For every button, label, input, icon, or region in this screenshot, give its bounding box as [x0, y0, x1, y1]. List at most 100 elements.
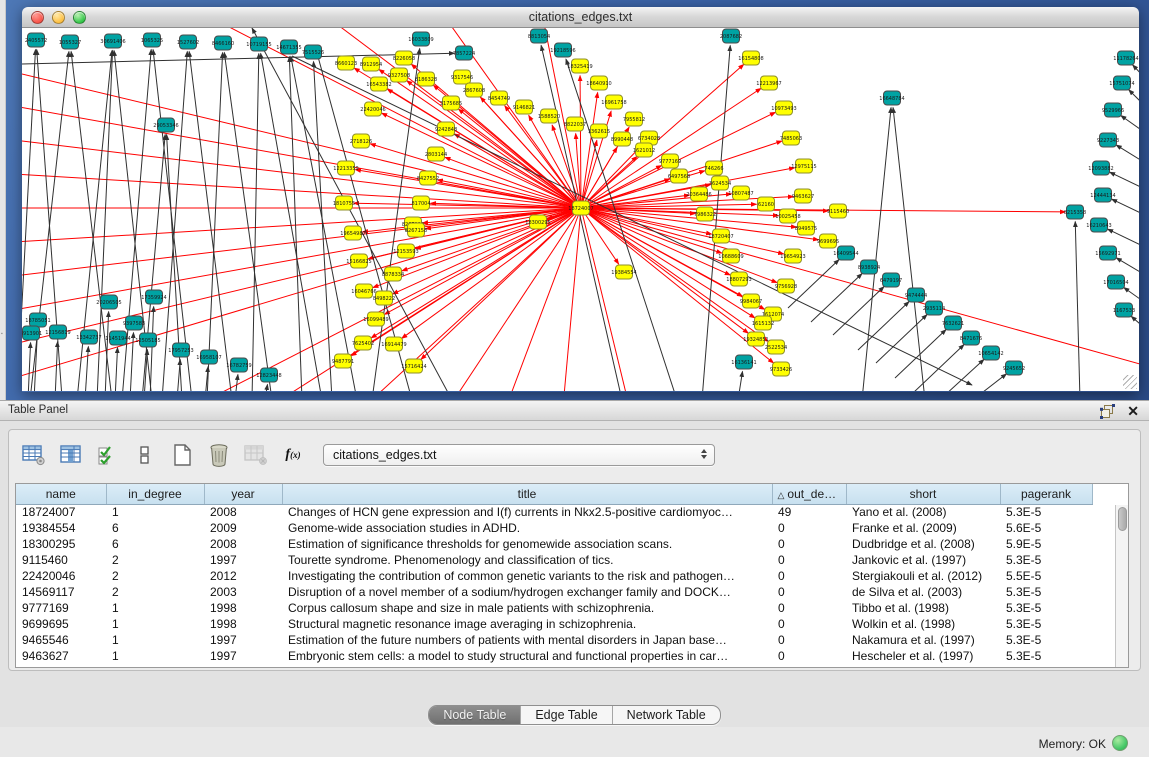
graph-edge[interactable]	[1121, 115, 1139, 134]
graph-node[interactable]: 17016504	[1103, 275, 1128, 289]
graph-node[interactable]: 8267158	[405, 223, 427, 237]
graph-node[interactable]: 817004	[411, 196, 430, 210]
table-cell[interactable]: Wolkin et al. (1998)	[846, 616, 1000, 632]
table-cell[interactable]: 5.6E-5	[1000, 520, 1092, 536]
graph-edge[interactable]	[580, 75, 581, 208]
table-view-button[interactable]	[132, 442, 158, 468]
column-header[interactable]: year	[204, 484, 282, 504]
table-cell[interactable]: 0	[772, 552, 846, 568]
graph-node[interactable]: 9474444	[905, 288, 927, 302]
delete-column-button[interactable]	[206, 442, 232, 468]
graph-node[interactable]: 10025458	[775, 209, 800, 223]
graph-node[interactable]: 13342737	[76, 330, 101, 344]
table-cell[interactable]: 1	[106, 600, 204, 616]
table-cell[interactable]: 14569117	[16, 584, 106, 600]
graph-node[interactable]: 10719155	[246, 37, 271, 51]
table-panel-header[interactable]: Table Panel ✕	[0, 400, 1149, 421]
graph-edge[interactable]	[142, 134, 165, 391]
graph-node[interactable]: 18720407	[708, 229, 733, 243]
graph-node[interactable]: 7632621	[942, 316, 964, 330]
table-cell[interactable]: 5.3E-5	[1000, 632, 1092, 648]
graph-node[interactable]: 1621012	[633, 143, 655, 157]
graph-node[interactable]: 1065325	[141, 33, 163, 47]
graph-edge[interactable]	[421, 208, 581, 359]
graph-node[interactable]: 6497568	[668, 169, 690, 183]
column-header[interactable]: title	[282, 484, 772, 504]
table-row[interactable]: 1830029562008Estimation of significance …	[16, 536, 1092, 552]
table-row[interactable]: 969969511998Structural magnetic resonanc…	[16, 616, 1092, 632]
graph-node[interactable]: 6479197	[880, 273, 902, 287]
graph-edge[interactable]	[85, 346, 88, 391]
graph-node[interactable]: 7955812	[623, 112, 645, 126]
graph-edge[interactable]	[562, 208, 581, 391]
graph-node[interactable]: 9242848	[435, 122, 457, 136]
graph-edge[interactable]	[55, 341, 58, 391]
graph-node[interactable]: 1362615	[588, 124, 610, 138]
graph-edge[interactable]	[502, 208, 581, 391]
table-cell[interactable]: Nakamura et al. (1997)	[846, 632, 1000, 648]
table-cell[interactable]: 1997	[204, 648, 282, 664]
graph-node[interactable]: 7625402	[352, 336, 374, 350]
graph-node[interactable]: 9227343	[1097, 133, 1119, 147]
table-cell[interactable]: 0	[772, 648, 846, 664]
graph-node[interactable]: 9699695	[817, 234, 839, 248]
graph-edge[interactable]	[22, 208, 581, 278]
graph-node[interactable]: 8427552	[417, 171, 439, 185]
table-cell[interactable]: 9777169	[16, 600, 106, 616]
table-row[interactable]: 977716911998Corpus callosum shape and si…	[16, 600, 1092, 616]
table-cell[interactable]: 49	[772, 504, 846, 520]
graph-edge[interactable]	[252, 53, 259, 391]
graph-edge[interactable]	[445, 157, 581, 208]
graph-edge[interactable]	[933, 359, 984, 391]
table-cell[interactable]: Franke et al. (2009)	[846, 520, 1000, 536]
column-header[interactable]: in_degree	[106, 484, 204, 504]
table-cell[interactable]: Corpus callosum shape and size in male p…	[282, 600, 772, 616]
graph-node[interactable]: 2803144	[425, 147, 447, 161]
table-cell[interactable]: 2008	[204, 536, 282, 552]
graph-node[interactable]: 1588520	[538, 109, 560, 123]
table-cell[interactable]: 1	[106, 632, 204, 648]
graph-node[interactable]: 2405572	[25, 33, 47, 47]
graph-node[interactable]: 14671355	[276, 40, 301, 54]
graph-edge[interactable]	[1075, 221, 1080, 391]
delete-table-button[interactable]	[243, 442, 269, 468]
graph-node[interactable]: 16914479	[381, 337, 406, 351]
graph-node[interactable]: 12156819	[45, 325, 70, 339]
graph-node[interactable]: 746266	[704, 161, 723, 175]
table-cell[interactable]: Hescheler et al. (1997)	[846, 648, 1000, 664]
graph-node[interactable]: 16033809	[408, 32, 433, 46]
table-cell[interactable]: 1	[106, 616, 204, 632]
graph-node[interactable]: 8660123	[335, 56, 357, 70]
graph-edge[interactable]	[862, 107, 891, 391]
graph-edge[interactable]	[1108, 229, 1139, 248]
graph-node[interactable]: 30691406	[100, 34, 125, 48]
table-cell[interactable]: Stergiakouli et al. (2012)	[846, 568, 1000, 584]
table-cell[interactable]: 2008	[204, 504, 282, 520]
graph-node[interactable]: 9115460	[827, 204, 849, 218]
graph-edge[interactable]	[1112, 199, 1139, 216]
table-cell[interactable]: 1997	[204, 632, 282, 648]
graph-node[interactable]: 19654987	[340, 226, 365, 240]
graph-node[interactable]: 12153593	[393, 244, 418, 258]
graph-node[interactable]: 8949575	[795, 221, 817, 235]
graph-node[interactable]: 1810755	[333, 196, 355, 210]
table-cell[interactable]: 5.3E-5	[1000, 648, 1092, 664]
graph-node[interactable]: 1055327	[59, 35, 81, 49]
graph-edge[interactable]	[265, 384, 267, 391]
graph-edge[interactable]	[1116, 258, 1139, 276]
table-cell[interactable]: 1998	[204, 600, 282, 616]
tab-edge-table[interactable]: Edge Table	[520, 706, 611, 724]
graph-edge[interactable]	[314, 61, 332, 391]
table-cell[interactable]: 0	[772, 616, 846, 632]
table-mode-button[interactable]	[21, 442, 47, 468]
graph-node[interactable]: 15166825	[346, 254, 371, 268]
graph-node[interactable]: 16961758	[601, 95, 626, 109]
table-cell[interactable]: Embryonic stem cells: a model to study s…	[282, 648, 772, 664]
graph-node[interactable]: 19384554	[611, 265, 636, 279]
table-cell[interactable]: 0	[772, 584, 846, 600]
graph-node[interactable]: 16648784	[879, 91, 904, 105]
table-cell[interactable]: 0	[772, 520, 846, 536]
new-column-button[interactable]	[169, 442, 195, 468]
table-cell[interactable]: Tibbo et al. (1998)	[846, 600, 1000, 616]
graph-node[interactable]: 3175685	[440, 96, 462, 110]
